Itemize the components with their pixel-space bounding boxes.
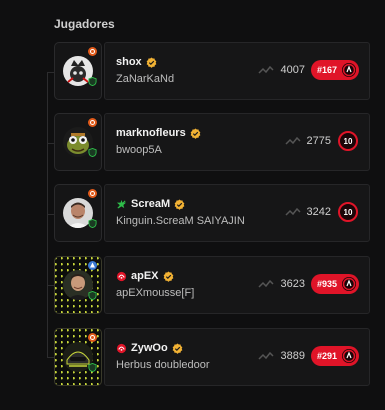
verified-badge-icon (172, 342, 183, 354)
player-row: apEX apEXmousse[F] 3623 #935 (54, 256, 370, 314)
elo-trend-icon (258, 65, 275, 74)
elo-trend-icon (258, 351, 275, 360)
tree-branch (47, 214, 54, 215)
player-avatar-frame[interactable] (54, 256, 102, 314)
player-card[interactable]: ZywOo Herbus doubledoor 3889 #291 (104, 328, 370, 386)
elo-value: 3889 (280, 350, 305, 362)
skill-level-icon: 10 (338, 131, 358, 151)
shield-icon (88, 291, 97, 300)
elo-trend-icon (284, 136, 301, 145)
elo-value: 4007 (280, 64, 305, 76)
skill-level-icon: 10 (338, 202, 358, 222)
player-card[interactable]: apEX apEXmousse[F] 3623 #935 (104, 256, 370, 314)
player-avatar-frame[interactable] (54, 328, 102, 386)
skill-level-text: 10 (344, 208, 353, 217)
challenger-rank-icon (116, 343, 127, 353)
player-card[interactable]: marknofleurs bwoop5A 2775 10 (104, 113, 370, 171)
player-real-name: Herbus doubledoor (116, 359, 210, 371)
shield-icon (88, 219, 97, 228)
verified-badge-icon (163, 270, 173, 282)
skill-level-icon (342, 277, 356, 291)
level-badge (88, 261, 97, 270)
player-nickname[interactable]: ZywOo (131, 342, 168, 354)
skill-level-icon (342, 349, 356, 363)
rank-pill: #291 (310, 346, 359, 366)
elo-value: 2775 (306, 135, 331, 147)
elo-trend-icon (284, 207, 301, 216)
shield-icon (88, 77, 97, 86)
challenger-rank-icon (116, 271, 127, 281)
rank-position: #291 (316, 351, 337, 361)
player-real-name: apEXmousse[F] (116, 287, 195, 299)
player-nickname[interactable]: ScreaM (131, 198, 170, 210)
player-real-name: Kinguin.ScreaM SAIYAJIN (116, 215, 245, 227)
level-badge (88, 333, 97, 342)
section-title: Jugadores (54, 17, 115, 31)
skill-level-icon (342, 63, 356, 77)
player-nickname[interactable]: shox (116, 56, 142, 68)
level-badge (88, 118, 97, 127)
player-nickname[interactable]: apEX (131, 270, 159, 282)
elo-value: 3242 (306, 206, 331, 218)
tree-branch (47, 143, 54, 144)
skill-level-text: 10 (344, 137, 353, 146)
player-nickname[interactable]: marknofleurs (116, 127, 186, 139)
player-card[interactable]: shox ZaNarKaNd 4007 #167 (104, 42, 370, 100)
rank-position: #167 (316, 65, 337, 75)
player-real-name: bwoop5A (116, 144, 162, 156)
player-real-name: ZaNarKaNd (116, 73, 175, 85)
player-avatar-frame[interactable] (54, 184, 102, 242)
verified-badge-icon (174, 198, 185, 210)
elo-trend-icon (258, 279, 275, 288)
team-leader-icon (116, 199, 127, 209)
player-row: marknofleurs bwoop5A 2775 10 (54, 113, 370, 171)
rank-position: #935 (316, 279, 337, 289)
tree-branch (47, 285, 54, 286)
player-row: shox ZaNarKaNd 4007 #167 (54, 42, 370, 100)
player-avatar-frame[interactable] (54, 42, 102, 100)
tree-branch (47, 72, 54, 73)
level-badge (88, 189, 97, 198)
player-avatar-frame[interactable] (54, 113, 102, 171)
level-badge (88, 47, 97, 56)
verified-badge-icon (190, 127, 201, 139)
player-row: ZywOo Herbus doubledoor 3889 #291 (54, 328, 370, 386)
verified-badge-icon (146, 56, 157, 68)
elo-value: 3623 (280, 278, 305, 290)
rank-pill: #935 (310, 274, 359, 294)
tree-branch (47, 357, 54, 358)
shield-icon (88, 363, 97, 372)
rank-pill: #167 (310, 60, 359, 80)
player-card[interactable]: ScreaM Kinguin.ScreaM SAIYAJIN 3242 10 (104, 184, 370, 242)
player-row: ScreaM Kinguin.ScreaM SAIYAJIN 3242 10 (54, 184, 370, 242)
tree-connector (47, 72, 48, 358)
shield-icon (88, 148, 97, 157)
